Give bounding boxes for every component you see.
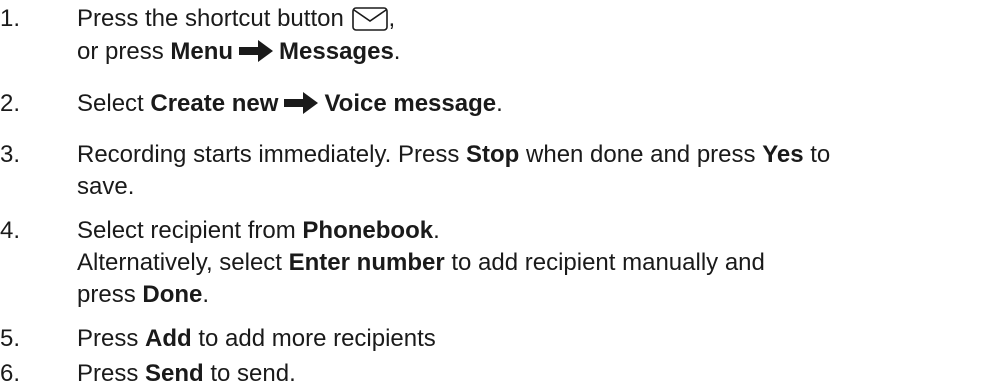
step-line: save.: [77, 173, 135, 200]
arrow-right-icon: [239, 40, 274, 69]
add-label: Add: [145, 325, 192, 352]
step-line: Press Send to send.: [77, 360, 296, 387]
done-label: Done: [142, 281, 203, 308]
step-number: 5.: [0, 325, 21, 352]
step-line: or press Menu Messages.: [77, 38, 400, 69]
instruction-list: 1. Press the shortcut button , or press …: [0, 0, 984, 390]
step-number: 6.: [0, 360, 21, 387]
messages-label: Messages: [279, 38, 394, 65]
step-number: 3.: [0, 141, 21, 168]
stop-label: Stop: [466, 141, 520, 168]
menu-label: Menu: [170, 38, 234, 65]
step-number: 1.: [0, 5, 21, 32]
step-line: Recording starts immediately. Press Stop…: [77, 141, 831, 168]
step-line: Press the shortcut button ,: [77, 5, 395, 38]
step-number: 2.: [0, 90, 21, 117]
create-new-label: Create new: [150, 90, 279, 117]
yes-label: Yes: [762, 141, 804, 168]
step-number: 4.: [0, 217, 21, 244]
step-line: Select Create new Voice message.: [77, 90, 503, 121]
send-label: Send: [145, 360, 204, 387]
step-line: Alternatively, select Enter number to ad…: [77, 249, 765, 276]
step-line: press Done.: [77, 281, 210, 308]
envelope-icon: [352, 7, 389, 38]
phonebook-label: Phonebook: [302, 217, 434, 244]
arrow-right-icon: [284, 92, 319, 121]
enter-number-label: Enter number: [288, 249, 445, 276]
voice-message-label: Voice message: [324, 90, 497, 117]
step-line: Press Add to add more recipients: [77, 325, 436, 352]
step-line: Select recipient from Phonebook.: [77, 217, 440, 244]
